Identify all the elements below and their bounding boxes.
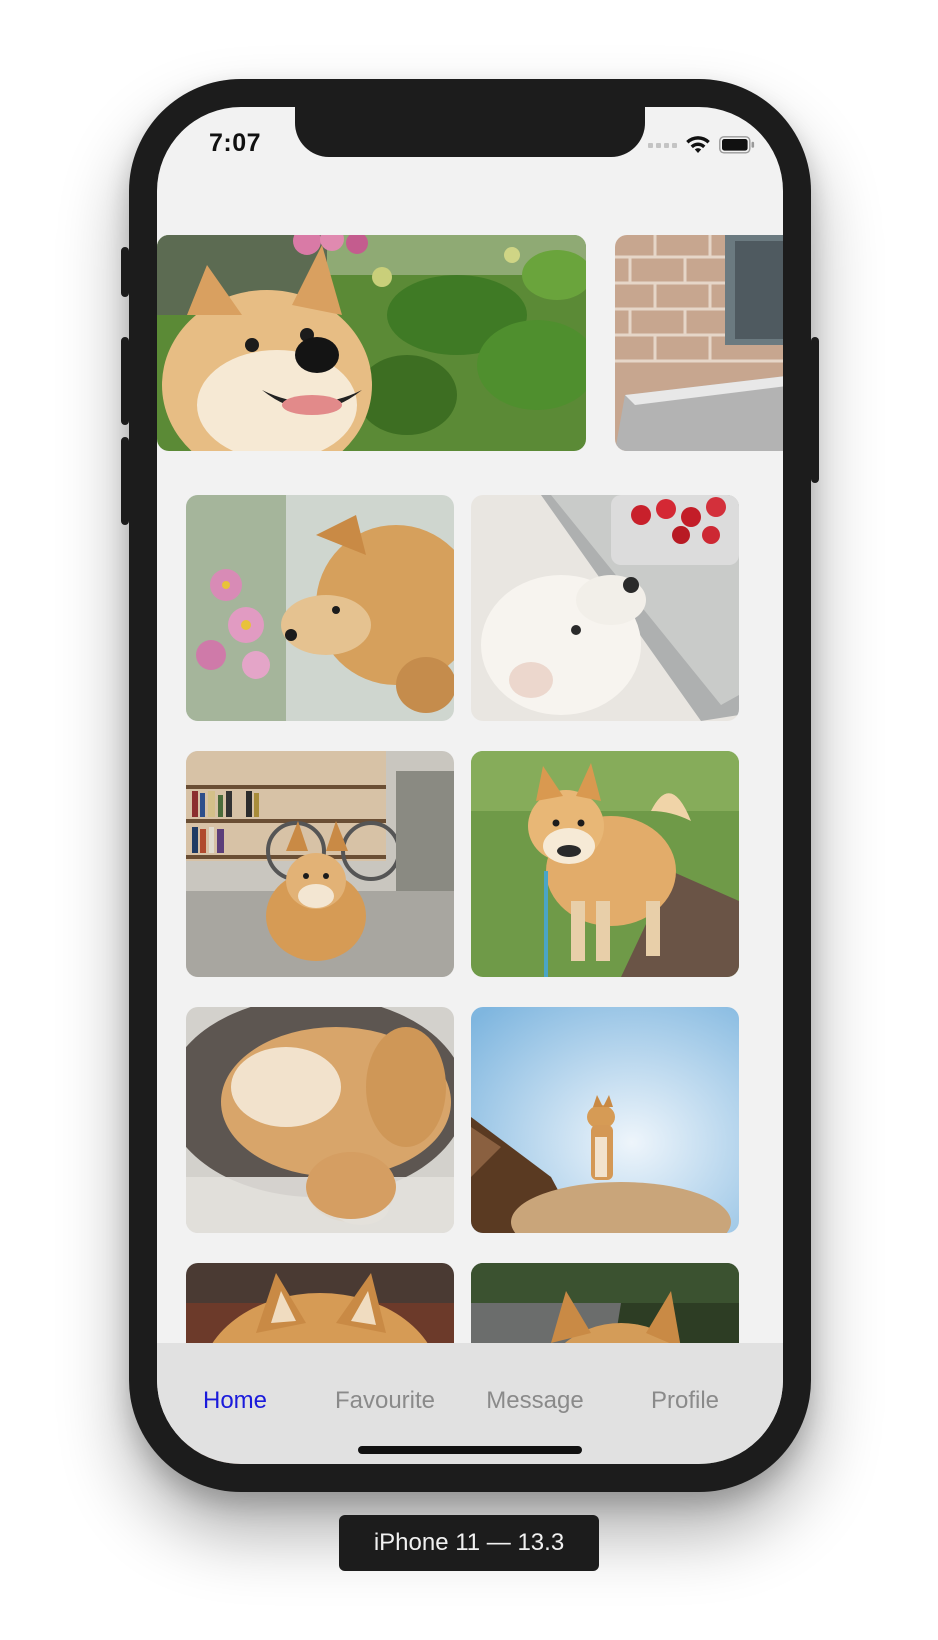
tab-message[interactable]: Message	[457, 1387, 613, 1415]
power-button	[811, 337, 819, 483]
tab-favourite[interactable]: Favourite	[307, 1387, 463, 1415]
iphone-frame: 7:07 Home Favourite Message Profile	[121, 79, 819, 1492]
grid-image-shiba-bookshelf[interactable]	[186, 751, 454, 977]
tab-home[interactable]: Home	[157, 1387, 313, 1415]
featured-carousel[interactable]	[157, 235, 783, 461]
status-time: 7:07	[209, 129, 262, 157]
cellular-signal-icon	[648, 142, 677, 148]
carousel-image-brick-wall[interactable]	[615, 235, 783, 451]
volume-down-button	[121, 437, 129, 525]
mute-switch	[121, 247, 129, 297]
grid-image-shiba-grass-path[interactable]	[471, 751, 739, 977]
tab-profile[interactable]: Profile	[607, 1387, 763, 1415]
volume-up-button	[121, 337, 129, 425]
notch	[295, 107, 645, 157]
grid-image-shiba-puppy-flowers[interactable]	[186, 495, 454, 721]
grid-image-shiba-rock-sky[interactable]	[471, 1007, 739, 1233]
grid-image-shiba-sleeping-cushion[interactable]	[186, 1007, 454, 1233]
tab-bar: Home Favourite Message Profile	[157, 1343, 783, 1464]
grid-image-white-shiba-strawberries[interactable]	[471, 495, 739, 721]
simulator-stage: 7:07 Home Favourite Message Profile iPho…	[0, 0, 938, 1640]
phone-screen: 7:07 Home Favourite Message Profile	[157, 107, 783, 1464]
carousel-image-shiba-flowers[interactable]	[157, 235, 586, 451]
home-indicator[interactable]	[358, 1446, 582, 1454]
battery-icon	[719, 136, 755, 154]
wifi-icon	[686, 136, 710, 153]
device-label: iPhone 11 — 13.3	[339, 1515, 599, 1571]
status-icons	[648, 135, 755, 155]
